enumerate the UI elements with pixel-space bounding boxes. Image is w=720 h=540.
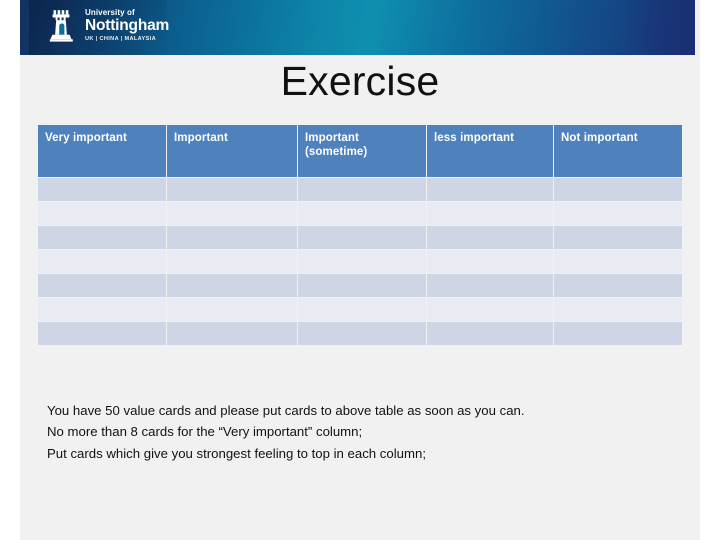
table-header: Very important Important Important (some… — [38, 125, 682, 177]
table-cell[interactable] — [167, 322, 297, 345]
table-cell[interactable] — [427, 226, 553, 249]
instruction-line-1: You have 50 value cards and please put c… — [47, 403, 525, 418]
table-cell[interactable] — [298, 202, 426, 225]
wordmark-university-line: University of — [85, 8, 135, 17]
table-row — [38, 250, 682, 273]
table-cell[interactable] — [298, 274, 426, 297]
column-header-less-important: less important — [427, 125, 553, 177]
column-header-important: Important — [167, 125, 297, 177]
table-cell[interactable] — [167, 274, 297, 297]
column-header-not-important: Not important — [554, 125, 682, 177]
table-row — [38, 226, 682, 249]
wordmark: University of Nottingham UK | CHINA | MA… — [85, 9, 169, 42]
table-cell[interactable] — [38, 202, 166, 225]
table-cell[interactable] — [554, 202, 682, 225]
table-cell[interactable] — [298, 178, 426, 201]
table-cell[interactable] — [554, 250, 682, 273]
wordmark-campuses-line: UK | CHINA | MALAYSIA — [85, 35, 156, 42]
table-cell[interactable] — [167, 250, 297, 273]
instructions-block: You have 50 value cards and please put c… — [47, 400, 677, 464]
table-cell[interactable] — [427, 202, 553, 225]
table-header-row: Very important Important Important (some… — [38, 125, 682, 177]
wordmark-name-line: Nottingham — [85, 17, 170, 34]
table-cell[interactable] — [167, 298, 297, 321]
castle-tower-crest-icon — [49, 10, 73, 42]
table-body — [38, 178, 682, 345]
table-cell[interactable] — [554, 178, 682, 201]
table-cell[interactable] — [38, 274, 166, 297]
page-title: Exercise — [280, 58, 440, 104]
table-cell[interactable] — [298, 322, 426, 345]
column-header-very-important: Very important — [38, 125, 166, 177]
table-cell[interactable] — [427, 322, 553, 345]
table-cell[interactable] — [38, 322, 166, 345]
table-cell[interactable] — [167, 226, 297, 249]
table-cell[interactable] — [38, 298, 166, 321]
table-cell[interactable] — [554, 274, 682, 297]
instruction-line-3: Put cards which give you strongest feeli… — [47, 445, 426, 461]
table-cell[interactable] — [38, 178, 166, 201]
table-row — [38, 274, 682, 297]
brand-banner: University of Nottingham UK | CHINA | MA… — [20, 0, 695, 55]
instruction-line-2: No more than 8 cards for the “Very impor… — [47, 424, 363, 440]
table-cell[interactable] — [167, 202, 297, 225]
column-header-important-sometime: Important (sometime) — [298, 125, 426, 177]
table-cell[interactable] — [298, 226, 426, 249]
table-cell[interactable] — [554, 322, 682, 345]
banner-right-fade — [625, 0, 695, 55]
table-cell[interactable] — [38, 226, 166, 249]
table-cell[interactable] — [554, 298, 682, 321]
table-row — [38, 202, 682, 225]
table-cell[interactable] — [427, 250, 553, 273]
table-cell[interactable] — [38, 250, 166, 273]
table-cell[interactable] — [427, 178, 553, 201]
table-row — [38, 322, 682, 345]
values-priority-table: Very important Important Important (some… — [37, 124, 683, 346]
table-cell[interactable] — [554, 226, 682, 249]
table-row — [38, 298, 682, 321]
table-cell[interactable] — [298, 250, 426, 273]
logo-block: University of Nottingham UK | CHINA | MA… — [29, 0, 169, 55]
table-cell[interactable] — [427, 274, 553, 297]
table-cell[interactable] — [167, 178, 297, 201]
table-cell[interactable] — [298, 298, 426, 321]
slide-canvas: University of Nottingham UK | CHINA | MA… — [20, 0, 700, 540]
table-row — [38, 178, 682, 201]
table-cell[interactable] — [427, 298, 553, 321]
